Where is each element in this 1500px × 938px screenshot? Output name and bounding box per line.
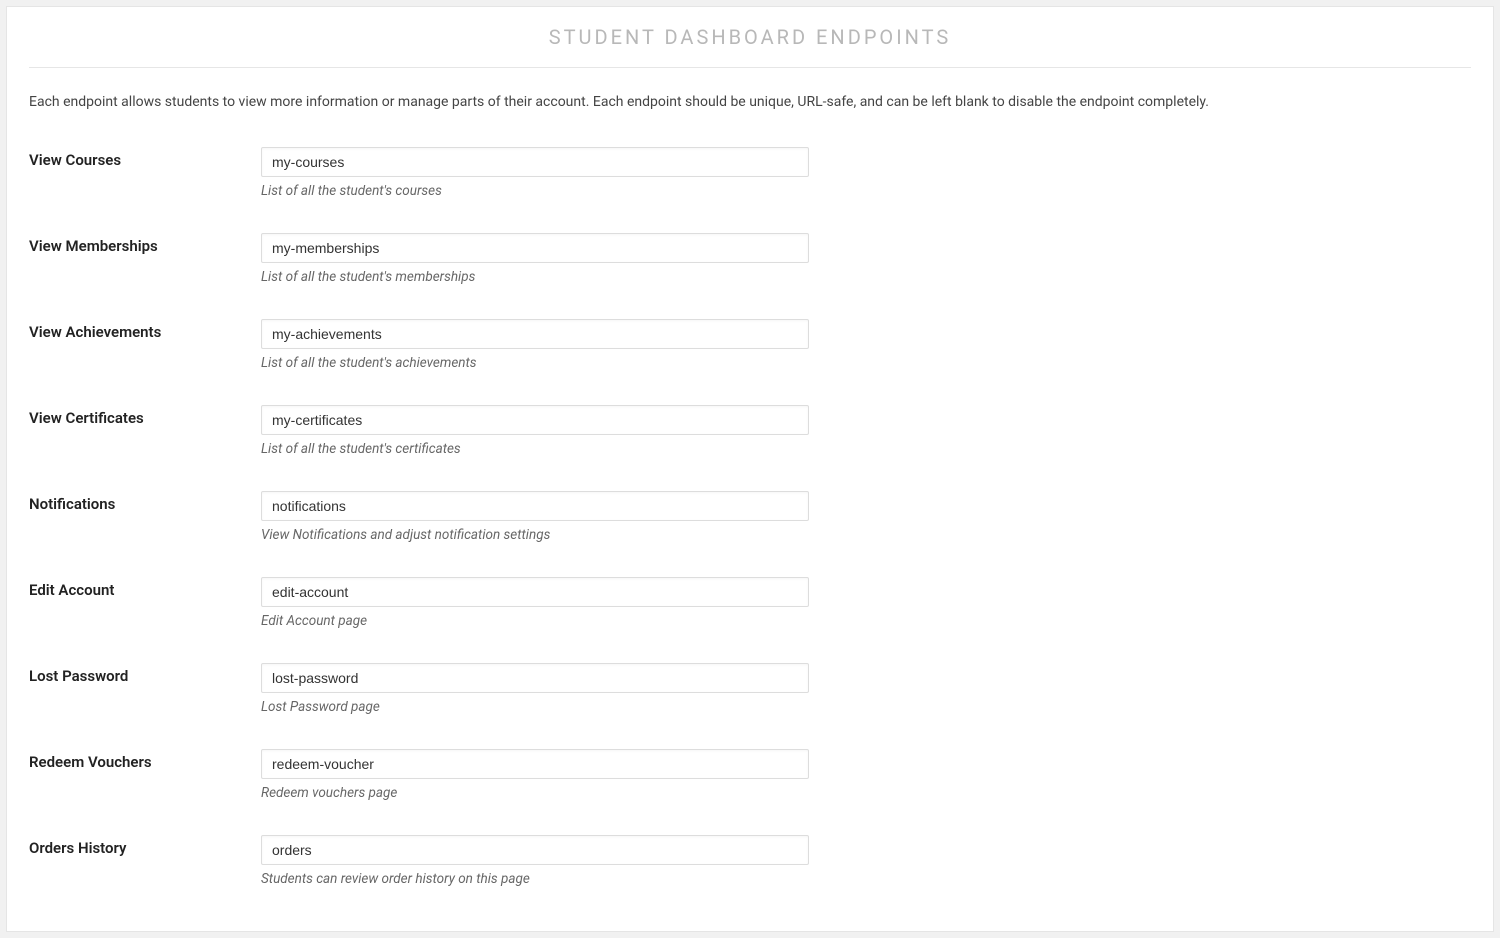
section-title: STUDENT DASHBOARD ENDPOINTS: [29, 25, 1471, 68]
field-control: List of all the student's certificates: [261, 405, 809, 457]
view-certificates-input[interactable]: [261, 405, 809, 435]
field-row-view-certificates: View Certificates List of all the studen…: [29, 405, 1471, 457]
field-desc: Edit Account page: [261, 613, 809, 629]
view-courses-input[interactable]: [261, 147, 809, 177]
field-row-view-courses: View Courses List of all the student's c…: [29, 147, 1471, 199]
field-control: List of all the student's courses: [261, 147, 809, 199]
field-row-orders-history: Orders History Students can review order…: [29, 835, 1471, 887]
field-row-edit-account: Edit Account Edit Account page: [29, 577, 1471, 629]
field-control: List of all the student's memberships: [261, 233, 809, 285]
field-control: List of all the student's achievements: [261, 319, 809, 371]
field-label: View Achievements: [29, 319, 261, 341]
field-label: Lost Password: [29, 663, 261, 685]
orders-history-input[interactable]: [261, 835, 809, 865]
section-intro: Each endpoint allows students to view mo…: [29, 92, 1471, 113]
field-desc: Redeem vouchers page: [261, 785, 809, 801]
field-desc: List of all the student's memberships: [261, 269, 809, 285]
field-desc: Lost Password page: [261, 699, 809, 715]
field-desc: List of all the student's achievements: [261, 355, 809, 371]
view-achievements-input[interactable]: [261, 319, 809, 349]
settings-panel: STUDENT DASHBOARD ENDPOINTS Each endpoin…: [6, 6, 1494, 932]
field-control: Edit Account page: [261, 577, 809, 629]
field-label: Orders History: [29, 835, 261, 857]
field-control: View Notifications and adjust notificati…: [261, 491, 809, 543]
field-label: View Courses: [29, 147, 261, 169]
field-label: View Certificates: [29, 405, 261, 427]
field-label: Redeem Vouchers: [29, 749, 261, 771]
field-control: Redeem vouchers page: [261, 749, 809, 801]
lost-password-input[interactable]: [261, 663, 809, 693]
field-row-view-memberships: View Memberships List of all the student…: [29, 233, 1471, 285]
field-row-notifications: Notifications View Notifications and adj…: [29, 491, 1471, 543]
field-row-redeem-vouchers: Redeem Vouchers Redeem vouchers page: [29, 749, 1471, 801]
field-label: Notifications: [29, 491, 261, 513]
field-label: View Memberships: [29, 233, 261, 255]
field-label: Edit Account: [29, 577, 261, 599]
field-desc: Students can review order history on thi…: [261, 871, 809, 887]
notifications-input[interactable]: [261, 491, 809, 521]
field-control: Students can review order history on thi…: [261, 835, 809, 887]
edit-account-input[interactable]: [261, 577, 809, 607]
field-control: Lost Password page: [261, 663, 809, 715]
field-desc: View Notifications and adjust notificati…: [261, 527, 809, 543]
field-row-lost-password: Lost Password Lost Password page: [29, 663, 1471, 715]
redeem-vouchers-input[interactable]: [261, 749, 809, 779]
field-row-view-achievements: View Achievements List of all the studen…: [29, 319, 1471, 371]
view-memberships-input[interactable]: [261, 233, 809, 263]
field-desc: List of all the student's certificates: [261, 441, 809, 457]
field-desc: List of all the student's courses: [261, 183, 809, 199]
